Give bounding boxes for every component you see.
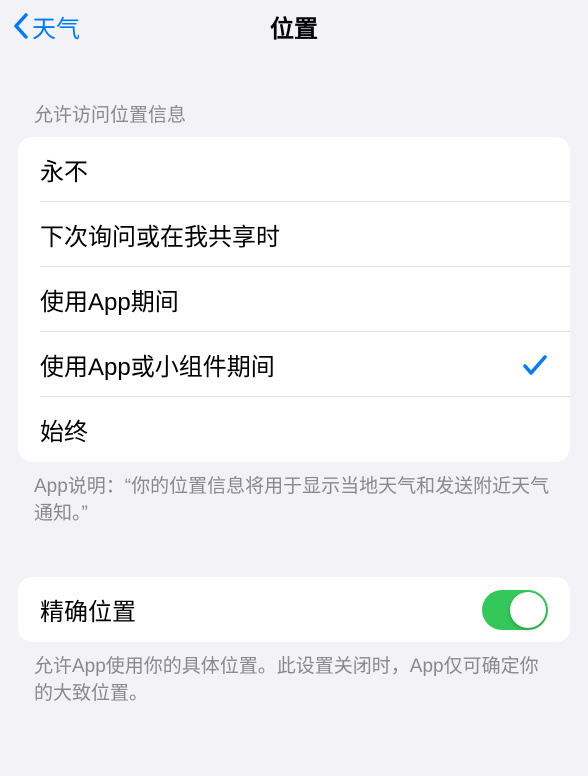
option-while-using-app-or-widgets[interactable]: 使用App或小组件期间 (18, 332, 570, 397)
page-title: 位置 (270, 9, 318, 44)
spacer (0, 527, 588, 577)
option-label: 永不 (40, 152, 88, 187)
option-label: 使用App期间 (40, 282, 179, 317)
option-never[interactable]: 永不 (18, 137, 570, 202)
section-footer-precise-description: 允许App使用你的具体位置。此设置关闭时，App仅可确定你的大致位置。 (0, 642, 588, 707)
toggle-knob (510, 592, 546, 628)
precise-location-row[interactable]: 精确位置 (18, 577, 570, 642)
option-label: 下次询问或在我共享时 (40, 217, 280, 252)
precise-location-group: 精确位置 (18, 577, 570, 642)
option-while-using-app[interactable]: 使用App期间 (18, 267, 570, 332)
precise-location-label: 精确位置 (40, 592, 136, 627)
back-label: 天气 (32, 9, 80, 44)
navigation-bar: 天气 位置 (0, 0, 588, 52)
location-access-options: 永不 下次询问或在我共享时 使用App期间 使用App或小组件期间 始终 (18, 137, 570, 462)
checkmark-icon (522, 353, 548, 377)
option-label: 始终 (40, 412, 88, 447)
option-ask-next-time[interactable]: 下次询问或在我共享时 (18, 202, 570, 267)
option-always[interactable]: 始终 (18, 397, 570, 462)
section-footer-app-description: App说明：“你的位置信息将用于显示当地天气和发送附近天气通知。” (0, 462, 588, 527)
option-label: 使用App或小组件期间 (40, 347, 275, 382)
content: 允许访问位置信息 永不 下次询问或在我共享时 使用App期间 使用App或小组件… (0, 52, 588, 707)
back-button[interactable]: 天气 (8, 5, 84, 48)
chevron-left-icon (12, 12, 30, 40)
section-header-location-access: 允许访问位置信息 (0, 52, 588, 137)
precise-location-toggle[interactable] (482, 590, 548, 630)
